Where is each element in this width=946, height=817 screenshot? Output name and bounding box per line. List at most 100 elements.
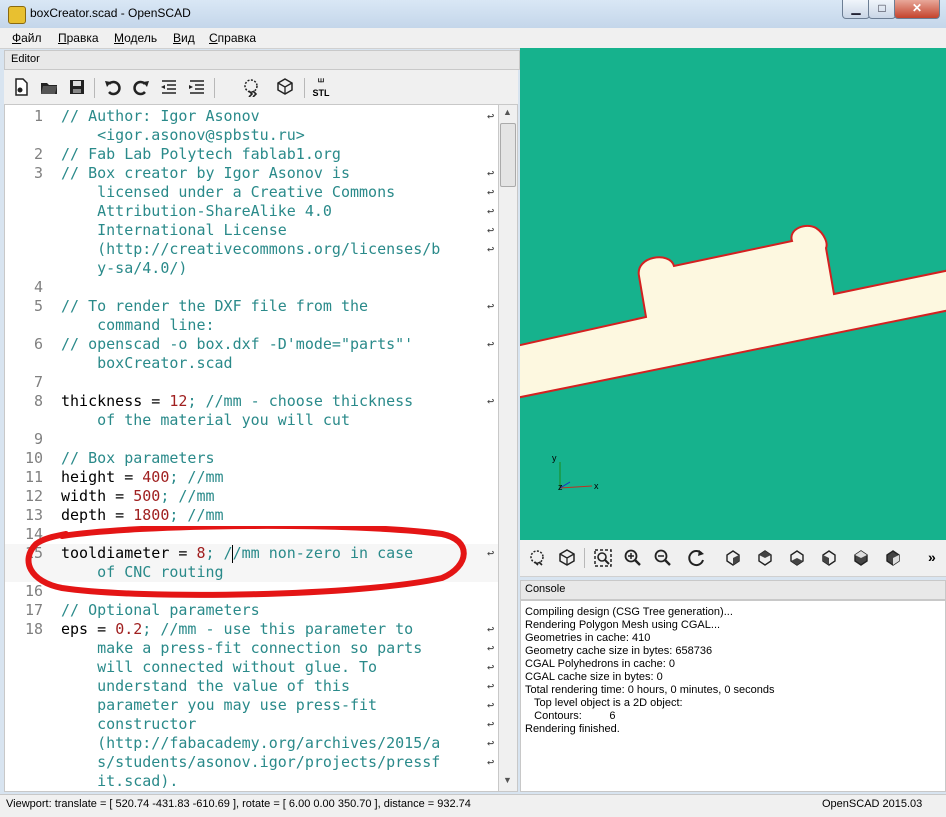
console-line: Top level object is a 2D object: [525,697,683,709]
redo-icon[interactable] [128,74,154,100]
unindent-icon[interactable] [156,74,182,100]
code-line: // openscad -o box.dxf -D'mode="parts"' [61,335,414,353]
line-number: 18 [24,620,43,638]
zoom-all-icon[interactable] [590,546,616,570]
console-line: Rendering Polygon Mesh using CGAL... [525,619,721,631]
code-line: command line: [61,316,215,334]
preview-icon[interactable] [238,74,264,100]
code-line: it.scad). [61,772,179,790]
scroll-thumb[interactable] [500,123,516,187]
line-number: 10 [24,449,43,467]
open-file-icon[interactable] [36,74,62,100]
toolbar-separator [584,548,585,568]
wrap-marker-icon: ↩ [487,717,495,731]
console-title: Console [525,583,566,595]
view-toolbar: » [520,540,946,577]
menu-bar: Файл Правка Модель Вид Справка [0,28,946,49]
wrap-marker-icon: ↩ [487,299,495,313]
line-number: 12 [24,487,43,505]
view-top-icon[interactable] [752,546,778,570]
line-number: 9 [33,430,43,448]
code-line: // Fab Lab Polytech fablab1.org [61,145,341,163]
render-icon[interactable] [554,546,580,570]
menu-view[interactable]: Вид [173,31,195,45]
code-line: // Author: Igor Asonov [61,107,260,125]
console-line: CGAL cache size in bytes: 0 [525,671,663,683]
code-line: // Optional parameters [61,601,260,619]
save-file-icon[interactable] [64,74,90,100]
line-number: 14 [24,525,43,543]
zoom-out-icon[interactable] [650,546,676,570]
line-number: 15 [24,544,43,562]
status-bar: Viewport: translate = [ 520.74 -431.83 -… [0,794,946,817]
code-line: will connected without glue. To [61,658,378,676]
console-line: Geometry cache size in bytes: 658736 [525,645,713,657]
menu-design[interactable]: Модель [114,31,157,45]
undo-icon[interactable] [100,74,126,100]
line-number: 7 [33,373,43,391]
code-line: parameter you may use press-fit [61,696,378,714]
line-number: 17 [24,601,43,619]
console-line: Compiling design (CSG Tree generation)..… [525,606,733,618]
close-button[interactable]: ✕ [894,0,940,19]
wrap-marker-icon: ↩ [487,242,495,256]
axis-label-y: y [552,453,557,463]
axis-label-x: x [594,481,599,491]
wrap-marker-icon: ↩ [487,736,495,750]
console-panel-header: Console [520,580,946,600]
wrap-marker-icon: ↩ [487,204,495,218]
scroll-down-icon[interactable]: ▼ [503,775,512,785]
code-line: of CNC routing [61,563,224,581]
line-number: 3 [33,164,43,182]
more-tools-button[interactable]: » [928,549,936,565]
3d-viewport[interactable]: y x z [520,48,946,540]
zoom-in-icon[interactable] [620,546,646,570]
code-line: tooldiameter = 8; //mm non-zero in case [61,544,414,562]
render-icon[interactable] [272,74,298,100]
export-stl-icon[interactable]: STL [308,74,334,100]
wrap-marker-icon: ↩ [487,641,495,655]
code-line: // Box parameters [61,449,215,467]
editor-title: Editor [11,53,40,65]
line-number: 2 [33,145,43,163]
view-back-icon[interactable] [880,546,906,570]
view-right-icon[interactable] [720,546,746,570]
view-left-icon[interactable] [816,546,842,570]
code-line: eps = 0.2; //mm - use this parameter to [61,620,414,638]
scroll-up-icon[interactable]: ▲ [503,107,512,117]
toolbar-separator [304,78,305,98]
console-output[interactable]: Compiling design (CSG Tree generation)..… [520,600,946,792]
menu-edit[interactable]: Правка [58,31,99,45]
preview-icon[interactable] [524,546,550,570]
menu-file[interactable]: Файл [12,31,42,45]
code-line: (http://creativecommons.org/licenses/b [61,240,441,258]
code-line: constructor [61,715,197,733]
code-line: (http://fabacademy.org/archives/2015/a [61,734,441,752]
wrap-marker-icon: ↩ [487,166,495,180]
code-editor[interactable]: 1 2 3 4 5 6 7 8 9 10 11 12 13 14 15 16 1… [4,104,499,792]
view-front-icon[interactable] [848,546,874,570]
indent-icon[interactable] [184,74,210,100]
code-line: Attribution-ShareAlike 4.0 [61,202,332,220]
new-file-icon[interactable] [8,74,34,100]
version-label: OpenSCAD 2015.03 [822,798,923,810]
code-line: thickness = 12; //mm - choose thickness [61,392,414,410]
code-line: understand the value of this [61,677,350,695]
code-line: y-sa/4.0/) [61,259,188,277]
minimize-button[interactable]: ▁ [842,0,870,19]
wrap-marker-icon: ↩ [487,622,495,636]
window-title: boxCreator.scad - OpenSCAD [30,6,191,20]
menu-help[interactable]: Справка [209,31,256,45]
maximize-button[interactable]: □ [868,0,896,19]
wrap-marker-icon: ↩ [487,679,495,693]
code-line: // Box creator by Igor Asonov is [61,164,350,182]
view-bottom-icon[interactable] [784,546,810,570]
editor-scrollbar[interactable]: ▲ ▼ [498,104,518,792]
axis-label-z: z [558,482,563,492]
wrap-marker-icon: ↩ [487,185,495,199]
reset-view-icon[interactable] [684,546,710,570]
console-line: Total rendering time: 0 hours, 0 minutes… [525,684,775,696]
wrap-marker-icon: ↩ [487,660,495,674]
title-bar: boxCreator.scad - OpenSCAD [0,0,946,29]
code-line: s/students/asonov.igor/projects/pressf [61,753,441,771]
